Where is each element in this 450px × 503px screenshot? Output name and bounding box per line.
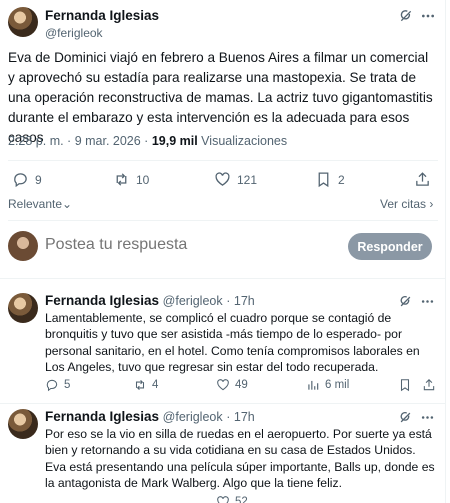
share-icon xyxy=(422,378,436,392)
heart-icon xyxy=(216,378,230,392)
views-label: Visualizaciones xyxy=(197,134,288,148)
repost-count: 4 xyxy=(152,379,159,391)
like-button[interactable]: 121 xyxy=(214,171,257,188)
author-name[interactable]: Fernanda Iglesias xyxy=(45,293,159,308)
like-count: 49 xyxy=(235,379,248,391)
grok-icon[interactable] xyxy=(398,8,414,24)
reply-text: Lamentablemente, se complicó el cuadro p… xyxy=(45,311,420,375)
author-name[interactable]: Fernanda Iglesias xyxy=(45,409,159,424)
views-count: 19,9 mil xyxy=(151,134,198,148)
tweet-timestamp[interactable]: 2:28 p. m. · 9 mar. 2026 · xyxy=(8,134,152,148)
reply-count: 5 xyxy=(64,379,71,391)
reply-submit-button[interactable]: Responder xyxy=(348,233,432,260)
tweet-detail-column: Fernanda Iglesias @ferigleok Eva de Domi… xyxy=(0,0,446,503)
repost-button[interactable]: 4 xyxy=(133,378,158,392)
share-icon xyxy=(414,171,431,188)
bookmark-button[interactable] xyxy=(398,378,412,392)
author-avatar[interactable] xyxy=(8,293,38,323)
more-icon[interactable] xyxy=(420,410,435,425)
like-count: 121 xyxy=(237,172,258,187)
divider xyxy=(8,220,438,221)
repost-count: 10 xyxy=(136,172,150,187)
chevron-right-icon: › xyxy=(429,197,434,211)
chevron-down-icon: ⌄ xyxy=(62,197,73,211)
author-name[interactable]: Fernanda Iglesias xyxy=(45,8,159,23)
reply-button[interactable]: 9 xyxy=(12,171,42,188)
reply-button[interactable]: 5 xyxy=(45,378,70,392)
share-button[interactable] xyxy=(422,378,436,392)
author-handle[interactable]: @ferigleok xyxy=(45,26,103,40)
tweet-text: Eva de Dominici viajó en febrero a Bueno… xyxy=(8,50,433,145)
reply-count: 9 xyxy=(35,172,42,187)
views-icon xyxy=(306,378,320,392)
divider xyxy=(0,403,446,404)
heart-icon xyxy=(216,495,230,503)
author-handle[interactable]: @ferigleok xyxy=(163,410,223,424)
share-button[interactable] xyxy=(414,171,431,188)
author-avatar[interactable] xyxy=(8,7,38,37)
like-button[interactable]: 49 xyxy=(216,378,248,392)
more-icon[interactable] xyxy=(420,294,435,309)
bookmark-count: 2 xyxy=(338,172,345,187)
repost-button[interactable]: 10 xyxy=(113,171,149,188)
reply-header: Fernanda Iglesias @ferigleok · 17h xyxy=(45,409,255,424)
author-handle[interactable]: @ferigleok xyxy=(163,294,223,308)
more-icon[interactable] xyxy=(420,8,436,24)
tweet-meta: 2:28 p. m. · 9 mar. 2026 · 19,9 mil Visu… xyxy=(8,134,287,148)
sort-label: Relevante xyxy=(8,197,63,211)
reply-time[interactable]: · 17h xyxy=(226,294,255,308)
view-quotes-link[interactable]: Ver citas › xyxy=(380,197,433,211)
reply-header: Fernanda Iglesias @ferigleok · 17h xyxy=(45,293,255,308)
like-button[interactable]: 52 xyxy=(216,495,248,503)
grok-icon[interactable] xyxy=(398,410,413,425)
reply-icon xyxy=(45,378,59,392)
reply-input[interactable] xyxy=(45,236,295,254)
reply-text: Por eso se la vio en silla de ruedas en … xyxy=(45,427,435,491)
divider xyxy=(0,278,446,279)
views-count: 6 mil xyxy=(325,379,350,391)
heart-icon xyxy=(214,171,231,188)
repost-icon xyxy=(133,378,147,392)
bookmark-icon xyxy=(315,171,332,188)
view-quotes-label: Ver citas xyxy=(380,197,427,211)
views-button[interactable]: 6 mil xyxy=(306,378,349,392)
user-avatar xyxy=(8,231,38,261)
bookmark-icon xyxy=(398,378,412,392)
sort-replies-dropdown[interactable]: Relevante⌄ xyxy=(8,197,72,211)
grok-icon[interactable] xyxy=(398,294,413,309)
author-avatar[interactable] xyxy=(8,409,38,439)
repost-icon xyxy=(113,171,130,188)
like-count: 52 xyxy=(235,496,248,503)
bookmark-button[interactable]: 2 xyxy=(315,171,345,188)
divider xyxy=(8,160,438,161)
reply-time[interactable]: · 17h xyxy=(226,410,255,424)
reply-icon xyxy=(12,171,29,188)
